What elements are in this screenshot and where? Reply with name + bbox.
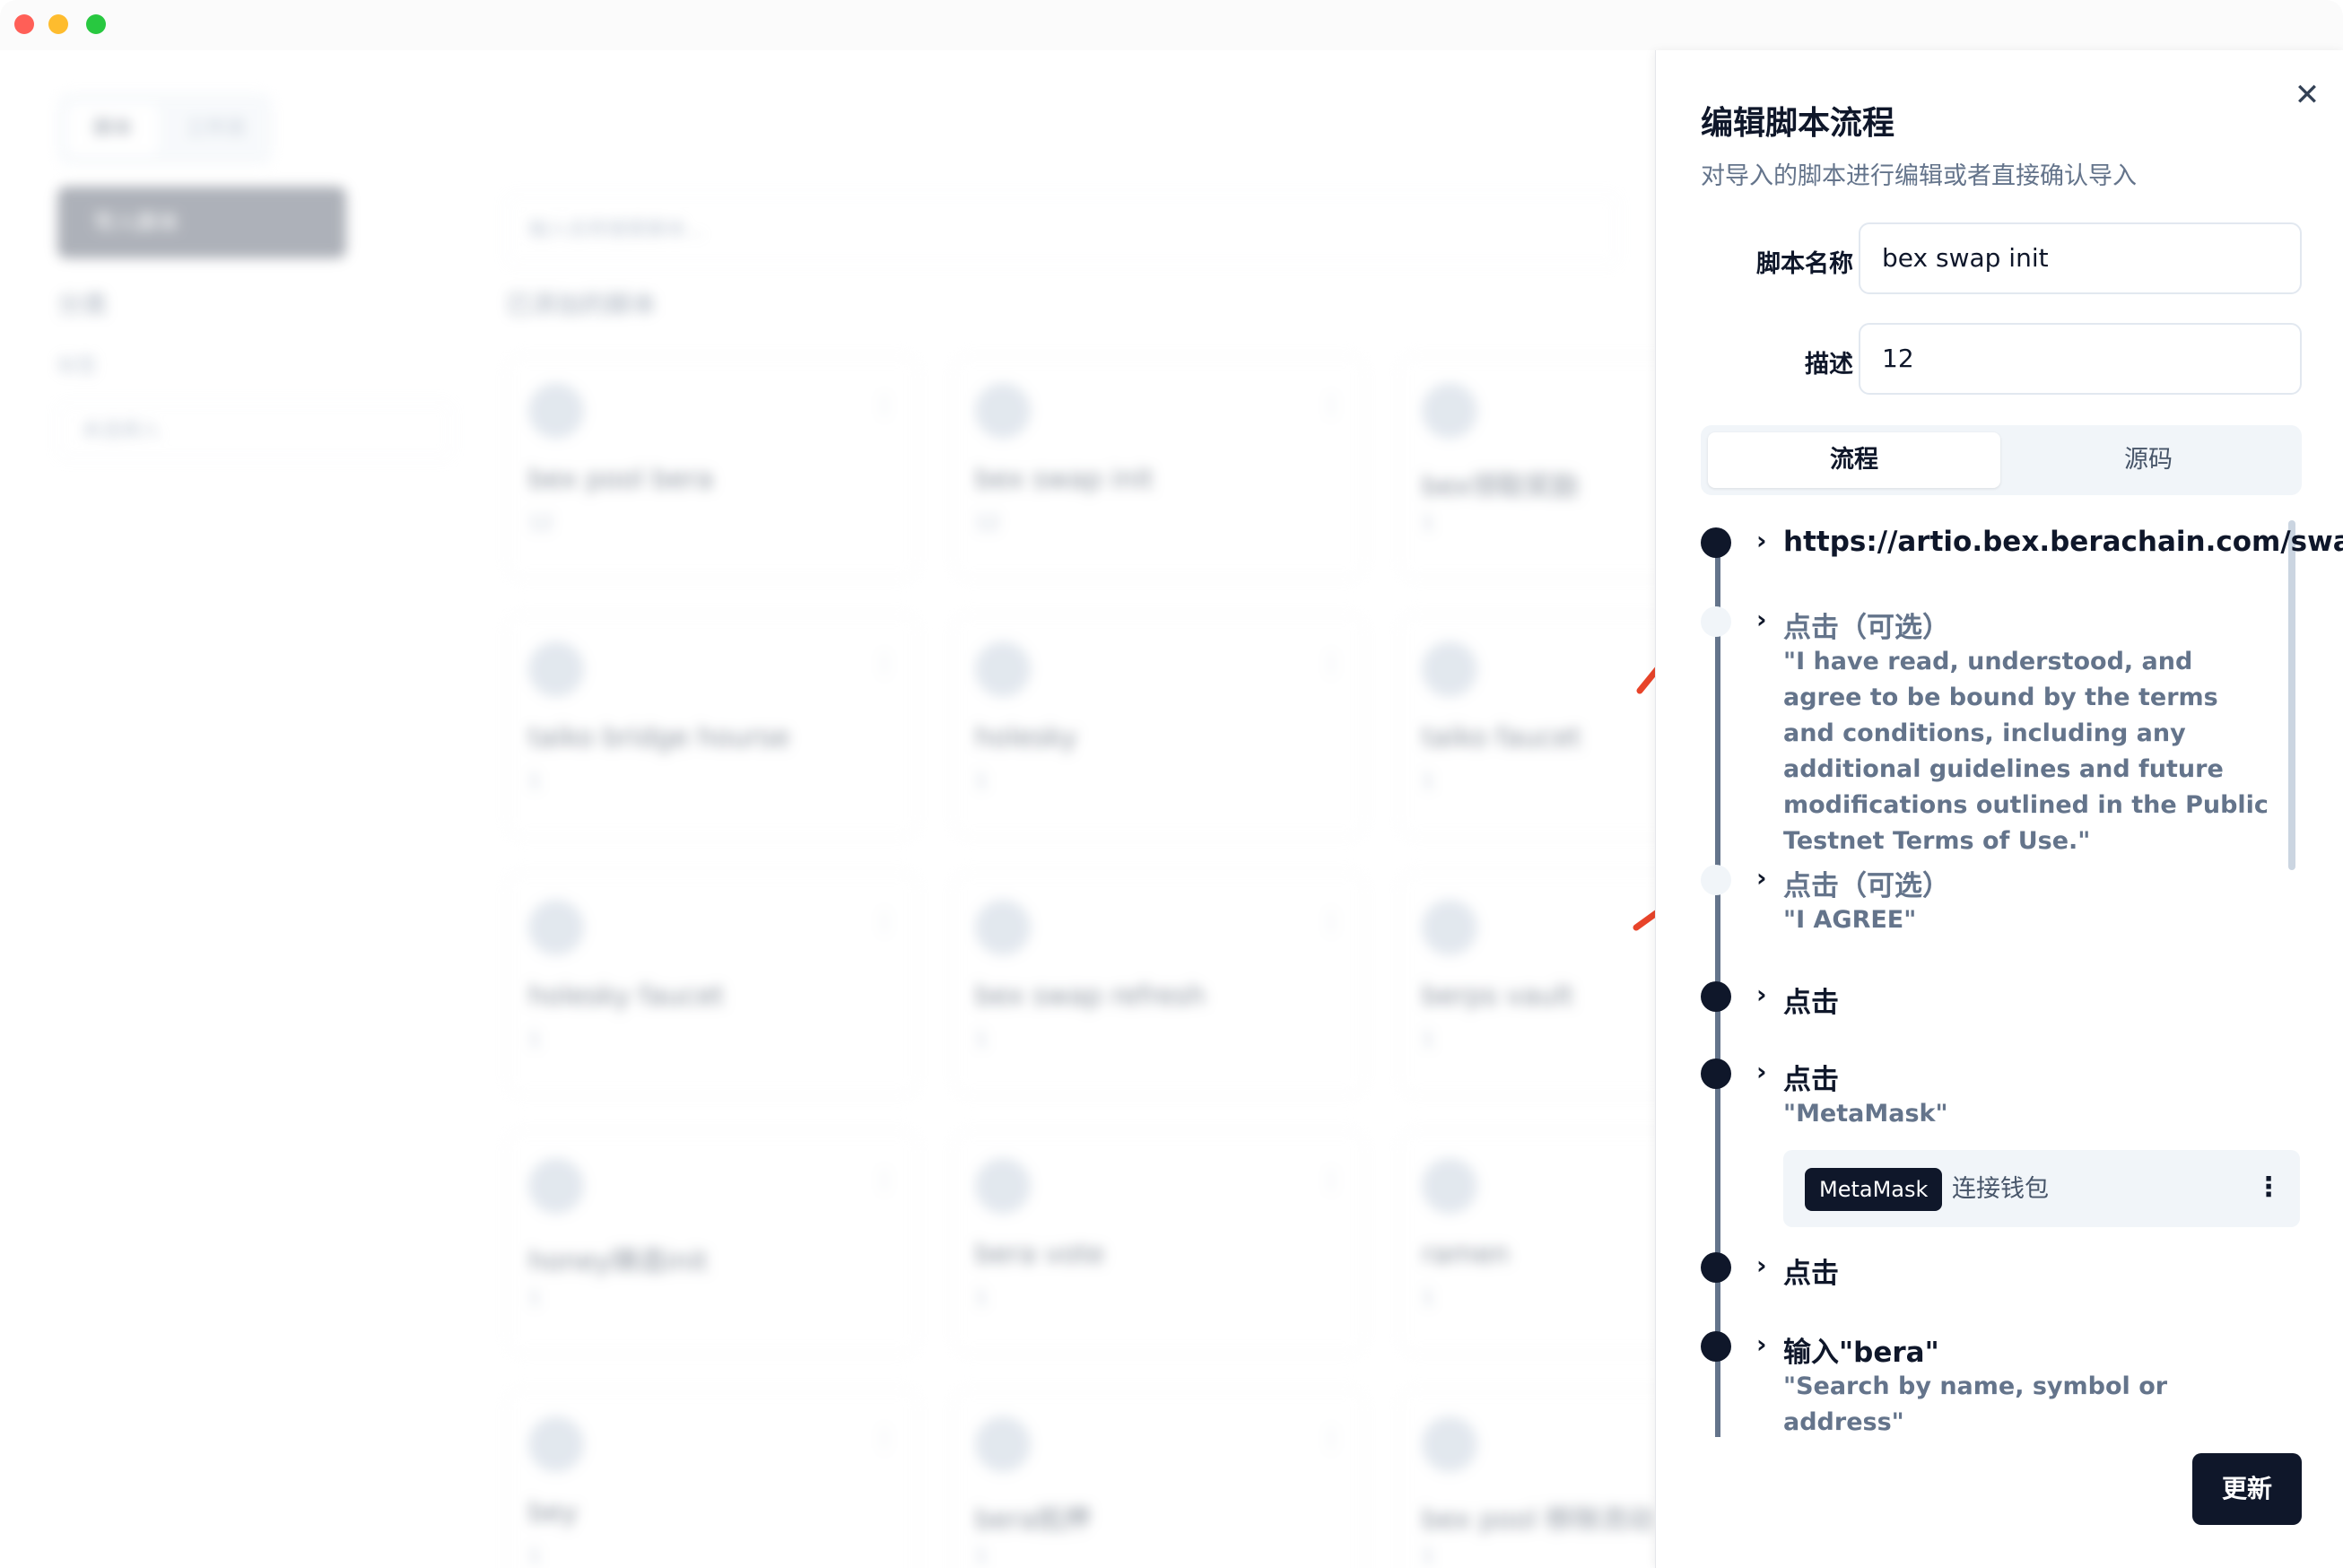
chevron-right-icon[interactable]: › xyxy=(1756,1329,1767,1359)
step-dot-optional xyxy=(1701,606,1731,637)
update-button[interactable]: 更新 xyxy=(2192,1453,2302,1525)
chevron-right-icon[interactable]: › xyxy=(1756,863,1767,893)
step-dot xyxy=(1701,981,1731,1012)
bg-search-input: 输入名称搜索脚本... xyxy=(506,194,1618,266)
step-title: 输入"bera" xyxy=(1783,1337,1939,1369)
step-title: https://artio.bex.berachain.com/swap xyxy=(1783,526,2343,558)
step-dot-optional xyxy=(1701,865,1731,895)
step-dot xyxy=(1701,527,1731,558)
step-description: "I AGREE" xyxy=(1783,906,1917,934)
wallet-label: 连接钱包 xyxy=(1952,1175,2049,1203)
background-app: 脚本 工作流 导入脚本 分类 标签 未选择入 输入名称搜索脚本... 已添加的脚… xyxy=(0,50,1812,1568)
step-title: 点击 xyxy=(1783,987,1839,1019)
wallet-card[interactable]: MetaMask 连接钱包 ⋮ xyxy=(1783,1150,2300,1227)
script-name-label: 脚本名称 xyxy=(1756,250,1853,278)
bg-script-card: ⋮ holesky 1 xyxy=(953,614,1365,838)
script-name-input[interactable]: bex swap init xyxy=(1859,222,2302,294)
tab-flow[interactable]: 流程 xyxy=(1708,432,2000,488)
scrollbar[interactable] xyxy=(2288,520,2295,870)
bg-script-card: ⋮ bex pool bera 12 xyxy=(506,355,919,579)
bg-tab-group: 脚本 工作流 xyxy=(57,93,273,165)
bg-section-title: 已添加的脚本 xyxy=(506,290,658,319)
description-label: 描述 xyxy=(1805,351,1853,379)
flow-timeline: › https://artio.bex.berachain.com/swap ›… xyxy=(1656,508,2343,1459)
chevron-right-icon[interactable]: › xyxy=(1756,605,1767,634)
description-input[interactable]: 12 xyxy=(1859,323,2302,395)
step-description: "Search by name, symbol or address" xyxy=(1783,1372,2168,1436)
metamask-tag: MetaMask xyxy=(1805,1168,1943,1211)
edit-script-drawer: ✕ 编辑脚本流程 对导入的脚本进行编辑或者直接确认导入 脚本名称 bex swa… xyxy=(1655,50,2343,1568)
bg-script-card: ⋮ taiko bridge hourse 1 xyxy=(506,614,919,838)
bg-script-card: ⋮ bera vote 1 xyxy=(953,1130,1365,1355)
chevron-right-icon[interactable]: › xyxy=(1756,526,1767,555)
bg-script-card: ⋮ bera抵押 1 xyxy=(953,1389,1365,1568)
bg-tab-scripts: 脚本 xyxy=(68,104,158,154)
step-title: 点击（可选） xyxy=(1783,612,1950,644)
bg-sidebar-select: 未选择入 xyxy=(57,402,452,459)
bg-sidebar-sub: 标签 xyxy=(57,355,98,378)
step-title: 点击 xyxy=(1783,1258,1839,1290)
bg-script-card: ⋮ bex swap init 12 xyxy=(953,355,1365,579)
step-description: "MetaMask" xyxy=(1783,1100,1948,1128)
bg-sidebar-title: 分类 xyxy=(57,290,109,319)
tab-source[interactable]: 源码 xyxy=(2002,432,2295,488)
step-dot xyxy=(1701,1252,1731,1283)
chevron-right-icon[interactable]: › xyxy=(1756,980,1767,1009)
more-vertical-icon[interactable]: ⋮ xyxy=(2255,1166,2282,1209)
step-title: 点击（可选） xyxy=(1783,870,1950,902)
step-dot xyxy=(1701,1058,1731,1089)
bg-script-card: ⋮ bey 1 xyxy=(506,1389,919,1568)
bg-script-card: ⋮ honey铸造init 1 xyxy=(506,1130,919,1355)
zoom-window-button[interactable] xyxy=(86,14,106,34)
close-window-button[interactable] xyxy=(14,14,34,34)
chevron-right-icon[interactable]: › xyxy=(1756,1057,1767,1086)
close-icon[interactable]: ✕ xyxy=(2289,77,2325,113)
chevron-right-icon[interactable]: › xyxy=(1756,1250,1767,1280)
app-window: 脚本 工作流 导入脚本 分类 标签 未选择入 输入名称搜索脚本... 已添加的脚… xyxy=(0,0,2343,1568)
view-tabs: 流程 源码 xyxy=(1701,425,2302,495)
drawer-title: 编辑脚本流程 xyxy=(1701,105,1895,142)
bg-script-card: ⋮ holesky faucet 1 xyxy=(506,872,919,1096)
step-dot xyxy=(1701,1331,1731,1362)
bg-import-button: 导入脚本 xyxy=(57,187,346,258)
bg-script-card: ⋮ bex swap refresh 1 xyxy=(953,872,1365,1096)
drawer-subtitle: 对导入的脚本进行编辑或者直接确认导入 xyxy=(1701,162,2137,190)
step-title: 点击 xyxy=(1783,1064,1839,1096)
title-bar xyxy=(0,0,2343,50)
step-description: "I have read, understood, and agree to b… xyxy=(1783,648,2269,855)
minimize-window-button[interactable] xyxy=(48,14,68,34)
bg-tab-workflows: 工作流 xyxy=(185,118,245,140)
